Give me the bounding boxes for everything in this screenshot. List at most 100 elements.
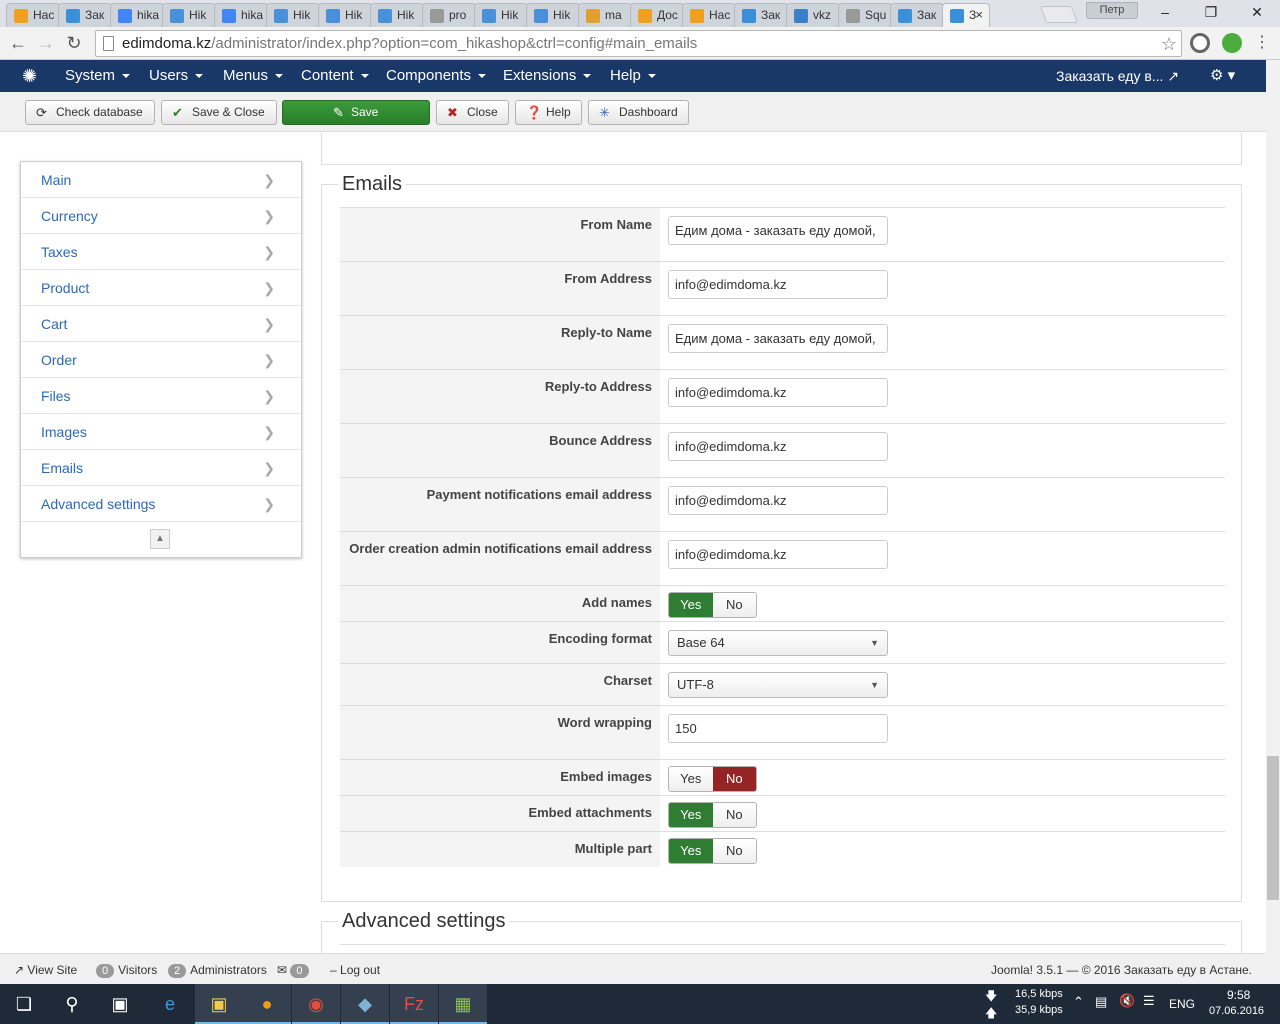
edge-icon[interactable]: e (146, 984, 194, 1024)
no-option[interactable]: No (712, 803, 756, 827)
browser-tab[interactable]: Hik (318, 3, 372, 27)
encoding-select[interactable]: Base 64 ▼ (668, 630, 888, 656)
clock-date[interactable]: 07.06.2016 (1209, 1005, 1264, 1017)
multiple-part-toggle[interactable]: Yes No (668, 838, 757, 864)
charset-select[interactable]: UTF-8 ▼ (668, 672, 888, 698)
back-icon[interactable]: ← (6, 32, 30, 54)
task-view-icon[interactable]: ▣ (96, 984, 144, 1024)
browser-user-badge[interactable]: Петр (1086, 2, 1138, 19)
help-button[interactable]: ❓ Help (515, 100, 582, 125)
sidebar-item-product[interactable]: Product ❯ (21, 270, 301, 306)
from-address-input[interactable]: info@edimdoma.kz (668, 270, 888, 299)
sidebar-item-advanced-settings[interactable]: Advanced settings ❯ (21, 486, 301, 522)
close-button[interactable]: ✖ Close (436, 100, 509, 125)
save-button[interactable]: ✎ Save (282, 100, 430, 125)
browser-tab[interactable]: Hik (474, 3, 528, 27)
browser-tab[interactable]: hika (214, 3, 268, 27)
browser-tab[interactable]: Squ (838, 3, 892, 27)
windows-start-icon[interactable]: ❏ (0, 984, 48, 1024)
reply-address-input[interactable]: info@edimdoma.kz (668, 378, 888, 407)
browser-tab[interactable]: Зак (734, 3, 788, 27)
sidebar-item-cart[interactable]: Cart ❯ (21, 306, 301, 342)
messages-status[interactable]: ✉ 0 (277, 954, 313, 986)
sidebar-item-taxes[interactable]: Taxes ❯ (21, 234, 301, 270)
browser-tab[interactable]: Нас (682, 3, 736, 27)
sidebar-item-files[interactable]: Files ❯ (21, 378, 301, 414)
save-close-button[interactable]: ✔ Save & Close (161, 100, 277, 125)
extension-power-icon[interactable] (1222, 33, 1242, 53)
no-option[interactable]: No (712, 839, 756, 863)
from-name-input[interactable]: Едим дома - заказать еду домой, (668, 216, 888, 245)
notepad-plus-icon[interactable]: ▦ (439, 984, 487, 1024)
bounce-address-input[interactable]: info@edimdoma.kz (668, 432, 888, 461)
menu-menus[interactable]: Menus (223, 60, 283, 92)
browser-tab[interactable]: Зак (890, 3, 944, 27)
minimize-icon[interactable]: – (1142, 0, 1188, 25)
app-icon[interactable]: ◆ (341, 984, 389, 1024)
browser-menu-icon[interactable]: ⋮ (1250, 32, 1274, 54)
menu-components[interactable]: Components (386, 60, 486, 92)
payment-notif-input[interactable]: info@edimdoma.kz (668, 486, 888, 515)
browser-tab[interactable]: Hik (526, 3, 580, 27)
sidebar-item-order[interactable]: Order ❯ (21, 342, 301, 378)
browser-tab[interactable]: Нас (6, 3, 60, 27)
browser-tab[interactable]: Зак (58, 3, 112, 27)
scrollbar-thumb[interactable] (1267, 756, 1279, 900)
forward-icon[interactable]: → (34, 32, 58, 54)
bookmark-star-icon[interactable]: ☆ (1161, 32, 1177, 57)
browser-tab[interactable]: ma (578, 3, 632, 27)
browser-tab[interactable]: Hik (370, 3, 424, 27)
reply-name-input[interactable]: Едим дома - заказать еду домой, (668, 324, 888, 353)
browser-tab[interactable]: Дос (630, 3, 684, 27)
menu-users[interactable]: Users (149, 60, 203, 92)
site-link[interactable]: Заказать еду в... ↗ (1056, 60, 1179, 92)
dashboard-button[interactable]: ✳ Dashboard (588, 100, 689, 125)
browser-tab[interactable]: hika (110, 3, 164, 27)
tab-close-icon[interactable]: × (975, 7, 983, 22)
chevron-up-icon[interactable]: ⌃ (1073, 994, 1084, 1010)
embed-images-toggle[interactable]: Yes No (668, 766, 757, 792)
browser-tab[interactable]: Hik (266, 3, 320, 27)
logout-link[interactable]: – Log out (330, 954, 380, 986)
notification-icon[interactable]: ☰ (1143, 993, 1155, 1009)
window-close-icon[interactable]: ✕ (1234, 0, 1280, 25)
yes-option[interactable]: Yes (669, 767, 713, 791)
volume-muted-icon[interactable]: 🔇 (1119, 993, 1135, 1009)
language-indicator[interactable]: ENG (1169, 997, 1195, 1011)
extension-eye-icon[interactable] (1190, 33, 1210, 53)
no-option[interactable]: No (712, 593, 756, 617)
restore-icon[interactable]: ❐ (1188, 0, 1234, 25)
filezilla-icon[interactable]: Fz (390, 984, 438, 1024)
clock-time[interactable]: 9:58 (1227, 988, 1250, 1002)
add-names-toggle[interactable]: Yes No (668, 592, 757, 618)
browser-tab[interactable]: Hik (162, 3, 216, 27)
yes-option[interactable]: Yes (669, 593, 713, 617)
check-database-button[interactable]: ⟳ Check database (25, 100, 155, 125)
browser-tab[interactable]: З × (942, 3, 990, 28)
menu-help[interactable]: Help (610, 60, 656, 92)
yes-option[interactable]: Yes (669, 839, 713, 863)
no-option[interactable]: No (712, 767, 756, 791)
firefox-icon[interactable]: ● (243, 984, 291, 1024)
network-icon[interactable]: ▤ (1095, 994, 1107, 1010)
new-tab-button[interactable] (1039, 6, 1079, 23)
search-icon[interactable]: ⚲ (48, 984, 96, 1024)
sidebar-item-main[interactable]: Main ❯ (21, 162, 301, 198)
sidebar-item-currency[interactable]: Currency ❯ (21, 198, 301, 234)
chrome-icon[interactable]: ◉ (292, 984, 340, 1024)
embed-attachments-toggle[interactable]: Yes No (668, 802, 757, 828)
menu-system[interactable]: System (65, 60, 130, 92)
browser-tab[interactable]: vkz (786, 3, 840, 27)
sidebar-item-emails[interactable]: Emails ❯ (21, 450, 301, 486)
collapse-sidebar-icon[interactable]: ▲ (150, 529, 170, 549)
menu-extensions[interactable]: Extensions (503, 60, 591, 92)
menu-content[interactable]: Content (301, 60, 369, 92)
url-input[interactable]: edimdoma.kz/administrator/index.php?opti… (95, 30, 1182, 57)
view-site-link[interactable]: ↗ View Site (14, 954, 77, 986)
browser-tab[interactable]: pro (422, 3, 476, 27)
word-wrap-input[interactable]: 150 (668, 714, 888, 743)
yes-option[interactable]: Yes (669, 803, 713, 827)
reload-icon[interactable]: ↻ (62, 32, 86, 54)
gear-icon[interactable]: ⚙ ▾ (1210, 60, 1235, 92)
file-explorer-icon[interactable]: ▣ (195, 984, 243, 1024)
